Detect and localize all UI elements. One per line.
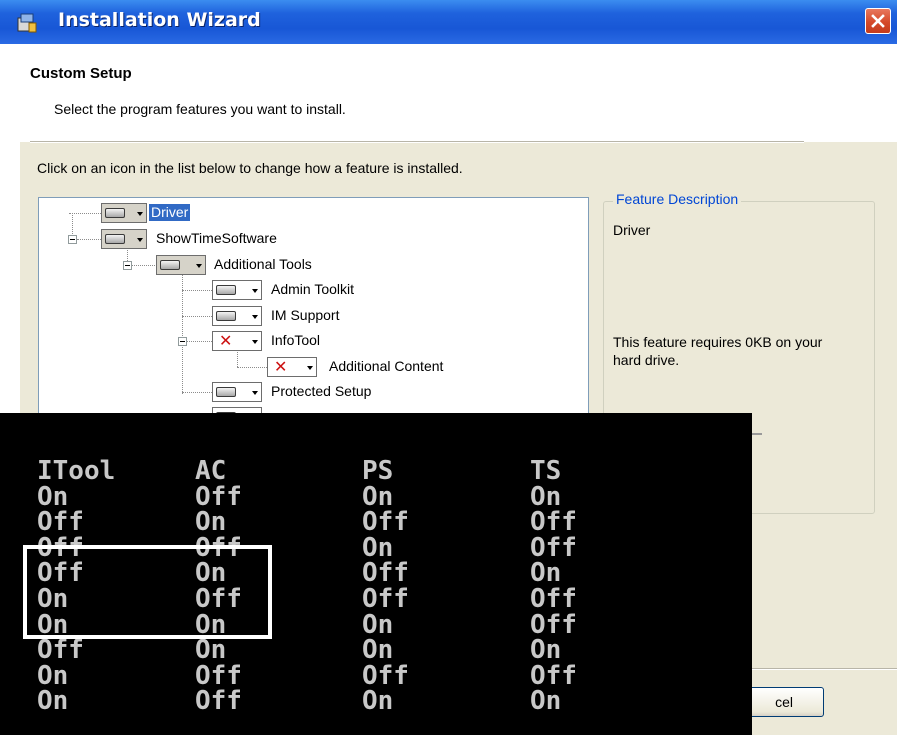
console-header: PS [362,456,394,486]
page-subtitle: Select the program features you want to … [54,101,346,117]
footer-separator [748,668,897,670]
not-installed-icon: ✕ [274,357,288,376]
tree-item-im-support[interactable]: IM Support [271,307,339,324]
tree-item-driver[interactable]: Driver [149,204,191,221]
hard-drive-icon [216,311,236,321]
im-support-feature-button[interactable] [212,306,262,326]
console-cell: Off [37,507,84,538]
tree-item-admin-toolkit[interactable]: Admin Toolkit [271,281,354,298]
dropdown-arrow-icon [252,289,258,293]
console-cell: On [530,635,562,666]
console-cell: On [195,635,227,666]
tree-connector [182,392,212,393]
hard-drive-icon [160,260,180,270]
dropdown-arrow-icon [196,264,202,268]
collapse-icon[interactable] [123,261,132,270]
tree-connector [69,213,101,214]
window-title: Installation Wizard [58,9,261,31]
console-cell-partial: On [530,686,562,717]
instruction-text: Click on an icon in the list below to ch… [37,160,463,176]
feature-size-requirement: This feature requires 0KB on your hard d… [613,334,823,368]
console-cell: Off [530,584,577,614]
feature-description-text: Driver [613,222,651,238]
collapse-icon[interactable] [68,235,77,244]
tree-item-showtimesoftware[interactable]: ShowTimeSoftware [156,230,277,247]
console-cell: Off [362,507,409,538]
dropdown-arrow-icon [137,238,143,242]
tree-connector [237,349,238,367]
tree-item-protected-setup[interactable]: Protected Setup [271,383,371,400]
dropdown-arrow-icon [137,212,143,216]
page-title: Custom Setup [30,65,132,82]
tree-connector [182,316,212,317]
infotool-feature-button[interactable]: ✕ [212,331,262,351]
console-header: TS [530,456,562,486]
console-cell: Off [37,635,84,666]
console-header: ITool [37,456,116,486]
tree-connector [132,265,157,266]
dropdown-arrow-icon [252,315,258,319]
close-icon [871,14,885,28]
collapse-icon[interactable] [178,337,187,346]
tree-connector [77,239,101,240]
tree-item-additional-content[interactable]: Additional Content [329,358,443,375]
dropdown-arrow-icon [307,366,313,370]
console-cell-partial: Off [195,686,242,717]
feature-description-legend: Feature Description [613,191,742,207]
console-header: AC [195,456,227,486]
header-panel [0,44,897,142]
header-separator [30,141,804,143]
hard-drive-icon [105,208,125,218]
divider [752,433,762,435]
highlight-box [23,545,272,639]
console-cell-partial: On [362,686,394,717]
console-cell: On [362,635,394,666]
tree-connector [237,367,267,368]
close-button[interactable] [865,8,891,34]
tree-connector [182,290,212,291]
hard-drive-icon [216,387,236,397]
console-cell: Off [362,584,409,614]
title-bar[interactable]: Installation Wizard [0,0,897,44]
additional-tools-feature-button[interactable] [156,255,206,275]
tree-item-additional-tools[interactable]: Additional Tools [214,256,312,273]
console-cell: Off [530,507,577,538]
driver-feature-button[interactable] [101,203,147,223]
additional-content-feature-button[interactable]: ✕ [267,357,317,377]
admin-toolkit-feature-button[interactable] [212,280,262,300]
dropdown-arrow-icon [252,391,258,395]
console-cell: On [195,507,227,538]
console-cell-partial: On [37,686,69,717]
tree-item-infotool[interactable]: InfoTool [271,332,320,349]
installer-icon [16,12,38,34]
feature-tree[interactable]: Driver ShowTimeSoftware Additional Tools… [38,197,589,429]
showtimesoftware-feature-button[interactable] [101,229,147,249]
hard-drive-icon [105,234,125,244]
tree-connector [187,341,212,342]
tree-connector [182,273,183,394]
hard-drive-icon [216,285,236,295]
dropdown-arrow-icon [252,340,258,344]
protected-setup-feature-button[interactable] [212,382,262,402]
not-installed-icon: ✕ [219,331,233,350]
